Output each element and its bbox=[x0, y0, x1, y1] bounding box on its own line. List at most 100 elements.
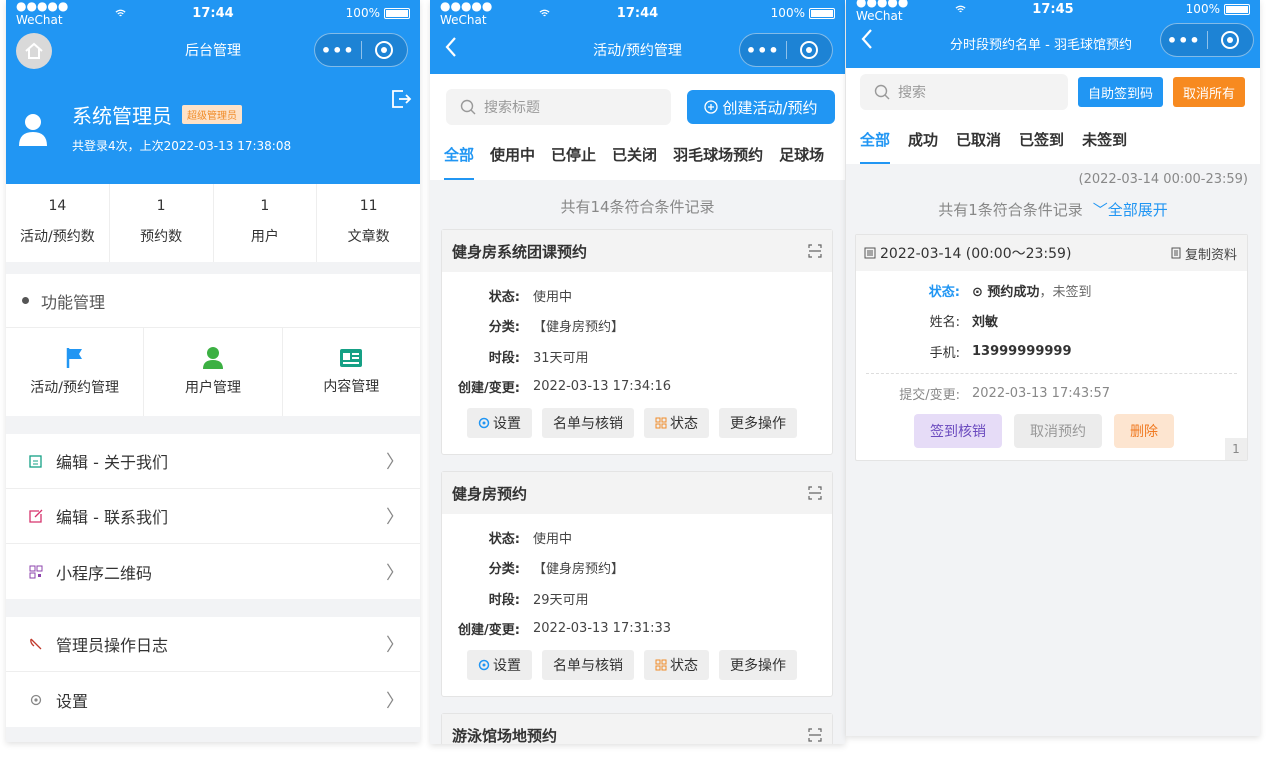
stat-value: 1 bbox=[260, 198, 270, 214]
stat-bookings[interactable]: 1 预约数 bbox=[110, 184, 214, 262]
list-verify-button[interactable]: 名单与核销 bbox=[542, 650, 634, 680]
search-placeholder: 搜索 bbox=[898, 85, 926, 101]
delete-button[interactable]: 删除 bbox=[1114, 413, 1174, 448]
func-user-management[interactable]: 用户管理 bbox=[144, 328, 283, 416]
button-label: 状态 bbox=[670, 416, 698, 432]
field-label: 分类: bbox=[488, 562, 520, 578]
admin-name: 系统管理员 bbox=[72, 104, 172, 128]
field-label: 状态: bbox=[928, 284, 960, 300]
stat-activities[interactable]: 14 活动/预约数 bbox=[6, 184, 110, 262]
logout-icon[interactable] bbox=[390, 88, 412, 110]
back-button[interactable] bbox=[438, 36, 464, 62]
search-row: 搜索标题 创建活动/预约 bbox=[430, 74, 845, 130]
mini-program-capsule: ••• bbox=[1160, 23, 1254, 57]
target-icon bbox=[375, 41, 394, 59]
stat-articles[interactable]: 11 文章数 bbox=[317, 184, 420, 262]
button-label: 状态 bbox=[670, 658, 698, 674]
edit-icon bbox=[29, 509, 43, 523]
scan-icon[interactable] bbox=[808, 728, 822, 742]
mini-program-capsule: ••• bbox=[739, 33, 833, 67]
chevron-right-icon: 〉 bbox=[386, 507, 404, 528]
battery-icon bbox=[383, 7, 410, 19]
section-title-label: 功能管理 bbox=[41, 292, 106, 312]
clock: 17:44 bbox=[616, 5, 659, 21]
checkin-verify-button[interactable]: 签到核销 bbox=[914, 413, 1002, 448]
copy-info-button[interactable]: 复制资料 bbox=[1171, 244, 1237, 263]
close-miniprogram-button[interactable] bbox=[1208, 31, 1254, 49]
close-miniprogram-button[interactable] bbox=[362, 41, 408, 59]
search-input[interactable]: 搜索 bbox=[860, 74, 1068, 110]
tab-success[interactable]: 成功 bbox=[908, 116, 938, 164]
field-label: 时段: bbox=[488, 350, 520, 366]
card-title: 游泳馆场地预约 bbox=[452, 726, 558, 745]
expand-all-button[interactable]: ﹀全部展开 bbox=[1093, 199, 1168, 220]
menu-item-qrcode[interactable]: 小程序二维码 〉 bbox=[6, 544, 420, 599]
chevron-right-icon: 〉 bbox=[386, 690, 404, 712]
stats-row: 14 活动/预约数 1 预约数 1 用户 11 文章数 bbox=[6, 184, 420, 262]
func-label: 用户管理 bbox=[184, 380, 241, 396]
clock: 17:44 bbox=[192, 5, 234, 21]
tab-checked-in[interactable]: 已签到 bbox=[1019, 116, 1064, 164]
tab-all[interactable]: 全部 bbox=[860, 116, 891, 164]
tab-cancelled[interactable]: 已取消 bbox=[956, 116, 1001, 164]
func-content-management[interactable]: 内容管理 bbox=[283, 328, 420, 416]
self-checkin-code-button[interactable]: 自助签到码 bbox=[1078, 77, 1164, 107]
scan-icon[interactable] bbox=[808, 244, 822, 258]
menu-item-contact[interactable]: 编辑 - 联系我们 〉 bbox=[6, 489, 420, 544]
tab-stopped[interactable]: 已停止 bbox=[551, 130, 596, 180]
close-miniprogram-button[interactable] bbox=[787, 41, 833, 59]
tab-not-checked-in[interactable]: 未签到 bbox=[1082, 116, 1127, 164]
expand-all-label: 全部展开 bbox=[1107, 201, 1168, 219]
menu-item-label: 编辑 - 联系我们 bbox=[56, 508, 168, 527]
tab-closed[interactable]: 已关闭 bbox=[612, 130, 657, 180]
more-menu-button[interactable]: ••• bbox=[1161, 31, 1207, 50]
record-date: 2022-03-14 (00:00～23:59) bbox=[864, 243, 1071, 263]
menu-group-edit: 编辑 - 关于我们〉 编辑 - 联系我们 〉 小程序二维码〉 bbox=[6, 434, 420, 599]
menu-item-about[interactable]: 编辑 - 关于我们 〉 bbox=[6, 434, 420, 489]
more-menu-button[interactable]: ••• bbox=[740, 41, 786, 60]
settings-button[interactable]: 设置 bbox=[467, 650, 532, 680]
field-label: 姓名: bbox=[929, 315, 960, 331]
menu-item-admin-log[interactable]: 管理员操作日志 〉 bbox=[6, 617, 420, 672]
tab-all[interactable]: 全部 bbox=[444, 130, 475, 180]
status-button[interactable]: 状态 bbox=[644, 650, 709, 680]
more-menu-button[interactable]: ••• bbox=[315, 41, 361, 60]
wifi-icon bbox=[955, 5, 966, 12]
stat-value: 14 bbox=[48, 198, 67, 214]
field-value: 【健身房预约】 bbox=[533, 562, 625, 578]
stat-users[interactable]: 1 用户 bbox=[214, 184, 318, 262]
field-value: 31天可用 bbox=[533, 350, 589, 366]
gear-icon bbox=[30, 694, 42, 705]
stat-label: 文章数 bbox=[347, 229, 390, 245]
search-row: 搜索 自助签到码 取消所有 bbox=[846, 68, 1260, 116]
card-title: 健身房预约 bbox=[452, 484, 528, 503]
more-actions-button[interactable]: 更多操作 bbox=[719, 650, 797, 680]
cancel-booking-button[interactable]: 取消预约 bbox=[1014, 413, 1102, 448]
chevron-left-icon bbox=[861, 29, 872, 49]
qrcode-icon bbox=[29, 565, 43, 578]
chevron-left-icon bbox=[445, 37, 456, 57]
home-button[interactable] bbox=[16, 33, 52, 69]
copy-info-label: 复制资料 bbox=[1184, 247, 1237, 263]
tab-badminton[interactable]: 羽毛球场预约 bbox=[673, 130, 763, 180]
menu-item-settings[interactable]: 设置 〉 bbox=[6, 672, 420, 727]
create-activity-button[interactable]: 创建活动/预约 bbox=[687, 90, 835, 124]
divider bbox=[866, 372, 1237, 374]
grid-icon bbox=[655, 417, 667, 429]
navbar: 后台管理 ••• bbox=[6, 26, 420, 74]
scan-icon[interactable] bbox=[808, 486, 822, 500]
cancel-all-button[interactable]: 取消所有 bbox=[1173, 77, 1246, 107]
field-label: 状态: bbox=[488, 289, 520, 305]
search-input[interactable]: 搜索标题 bbox=[446, 89, 671, 125]
tab-football[interactable]: 足球场 bbox=[779, 130, 824, 180]
back-button[interactable] bbox=[854, 28, 880, 54]
list-verify-button[interactable]: 名单与核销 bbox=[542, 408, 634, 438]
tab-in-use[interactable]: 使用中 bbox=[490, 130, 535, 180]
field-label: 创建/变更: bbox=[458, 381, 520, 397]
chevron-down-icon: ﹀ bbox=[1092, 201, 1108, 219]
settings-button[interactable]: 设置 bbox=[467, 408, 532, 438]
status-bar: ●●●●● WeChat 17:44 100% bbox=[6, 0, 420, 27]
func-activity-management[interactable]: 活动/预约管理 bbox=[6, 328, 145, 416]
status-button[interactable]: 状态 bbox=[644, 408, 709, 438]
more-actions-button[interactable]: 更多操作 bbox=[719, 408, 797, 438]
